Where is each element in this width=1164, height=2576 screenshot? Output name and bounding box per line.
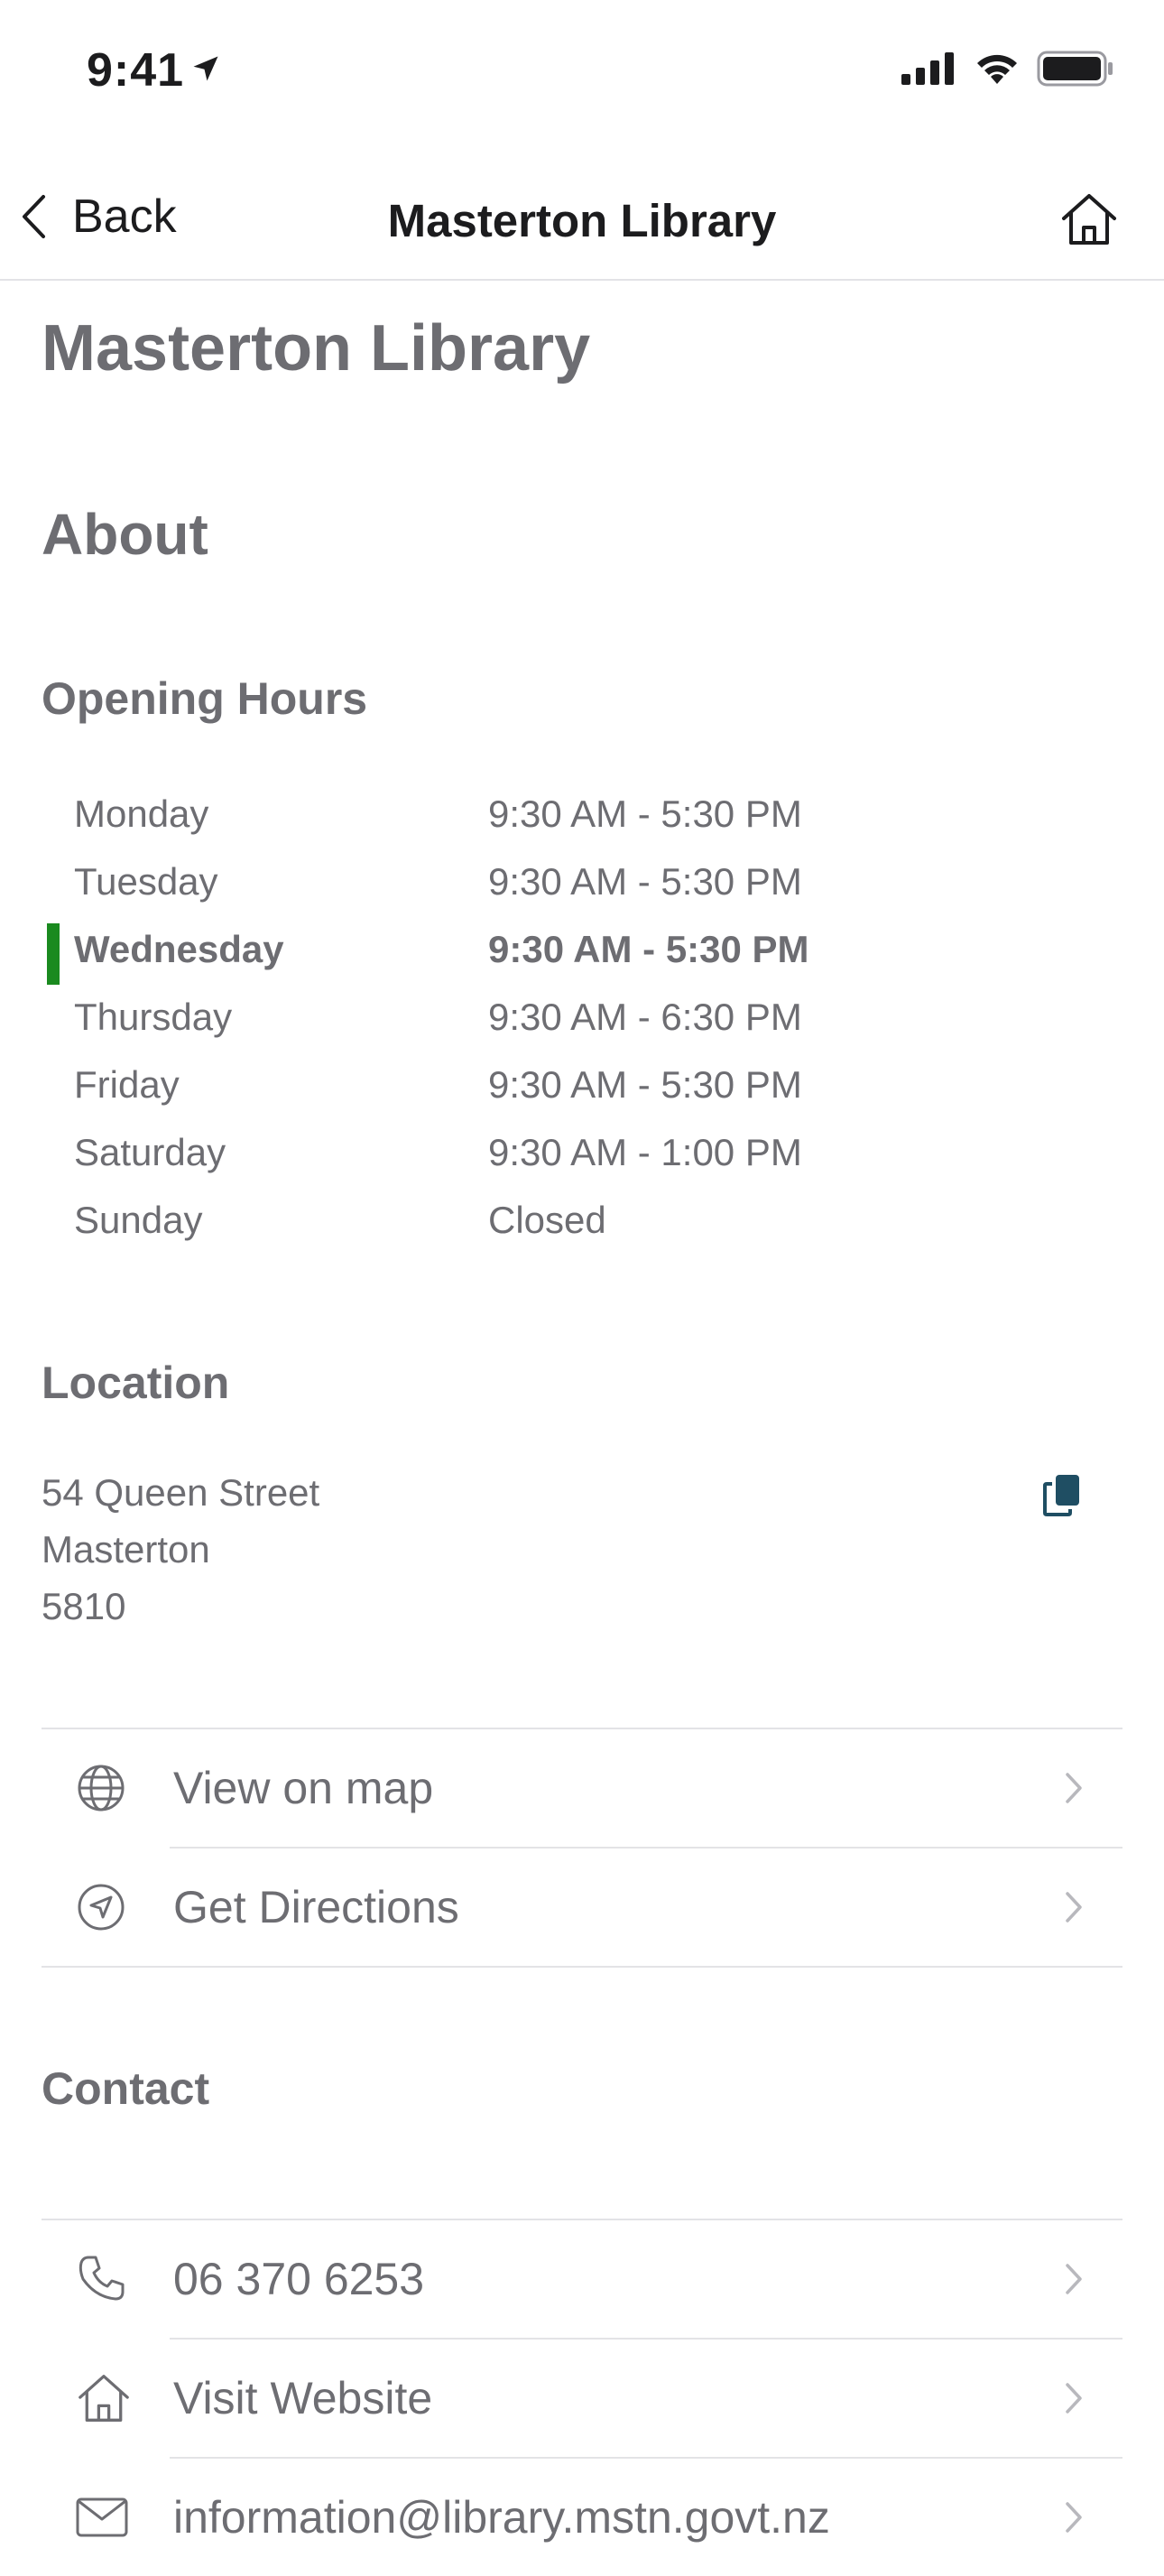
chevron-right-icon xyxy=(1066,2502,1082,2533)
row-label: information@library.mstn.govt.nz xyxy=(173,2492,830,2543)
address-line: 5810 xyxy=(42,1585,126,1627)
hours-value: 9:30 AM - 5:30 PM xyxy=(488,860,802,903)
hours-value: 9:30 AM - 5:30 PM xyxy=(488,1063,802,1106)
battery-icon xyxy=(1037,51,1113,87)
chevron-right-icon xyxy=(1066,1773,1082,1803)
hours-value: 9:30 AM - 5:30 PM xyxy=(488,792,802,835)
divider xyxy=(42,1966,1122,1968)
nav-title: Masterton Library xyxy=(387,195,777,246)
get-directions-row[interactable]: Get Directions xyxy=(42,1849,1122,1966)
hours-value: 9:30 AM - 1:00 PM xyxy=(488,1131,802,1173)
day-label: Friday xyxy=(74,1063,180,1106)
phone-row[interactable]: 06 370 6253 xyxy=(42,2220,1122,2338)
opening-hours-table: Monday 9:30 AM - 5:30 PM Tuesday 9:30 AM… xyxy=(42,785,1124,1259)
about-heading: About xyxy=(42,502,208,567)
hours-row: Thursday 9:30 AM - 6:30 PM xyxy=(42,988,1124,1056)
day-label: Saturday xyxy=(74,1131,226,1173)
row-label: Visit Website xyxy=(173,2373,433,2423)
day-label: Tuesday xyxy=(74,860,218,903)
location-heading: Location xyxy=(42,1357,230,1408)
wifi-icon xyxy=(977,54,1017,84)
address: 54 Queen Street Masterton 5810 xyxy=(42,1464,319,1635)
copy-address-button[interactable] xyxy=(1043,1473,1081,1521)
phone-icon xyxy=(42,2254,173,2304)
hours-value: Closed xyxy=(488,1199,606,1241)
home-icon xyxy=(1062,194,1116,245)
today-indicator xyxy=(47,923,60,985)
status-time: 9:41 xyxy=(87,44,185,97)
globe-icon xyxy=(42,1763,173,1813)
home-button[interactable] xyxy=(1059,191,1119,252)
copy-icon xyxy=(1043,1475,1079,1516)
email-row[interactable]: information@library.mstn.govt.nz xyxy=(42,2459,1122,2576)
chevron-right-icon xyxy=(1066,2383,1082,2414)
visit-website-row[interactable]: Visit Website xyxy=(42,2340,1122,2457)
day-label: Sunday xyxy=(74,1199,203,1241)
hours-row: Sunday Closed xyxy=(42,1191,1124,1259)
status-icons xyxy=(901,51,1114,87)
hours-value: 9:30 AM - 5:30 PM xyxy=(488,928,809,970)
row-label: View on map xyxy=(173,1763,434,1813)
view-on-map-row[interactable]: View on map xyxy=(42,1729,1122,1847)
day-label: Wednesday xyxy=(74,928,284,970)
row-label: Get Directions xyxy=(173,1882,459,1932)
home-icon xyxy=(42,2372,173,2424)
signal-icon xyxy=(901,52,954,85)
opening-hours-heading: Opening Hours xyxy=(42,673,368,724)
address-line: Masterton xyxy=(42,1528,210,1571)
navigation-icon xyxy=(42,1882,173,1932)
hours-row: Friday 9:30 AM - 5:30 PM xyxy=(42,1056,1124,1124)
chevron-right-icon xyxy=(1066,1892,1082,1923)
page-title: Masterton Library xyxy=(42,312,591,385)
contact-heading: Contact xyxy=(42,2063,210,2114)
mail-icon xyxy=(42,2497,173,2537)
day-label: Thursday xyxy=(74,996,233,1038)
chevron-right-icon xyxy=(1066,2264,1082,2294)
location-arrow-icon xyxy=(189,52,222,89)
hours-row: Tuesday 9:30 AM - 5:30 PM xyxy=(42,853,1124,921)
address-line: 54 Queen Street xyxy=(42,1471,320,1514)
hours-row-today: Wednesday 9:30 AM - 5:30 PM xyxy=(42,921,1124,988)
row-label: 06 370 6253 xyxy=(173,2254,425,2304)
hours-value: 9:30 AM - 6:30 PM xyxy=(488,996,802,1038)
hours-row: Saturday 9:30 AM - 1:00 PM xyxy=(42,1124,1124,1191)
hours-row: Monday 9:30 AM - 5:30 PM xyxy=(42,785,1124,853)
day-label: Monday xyxy=(74,792,209,835)
